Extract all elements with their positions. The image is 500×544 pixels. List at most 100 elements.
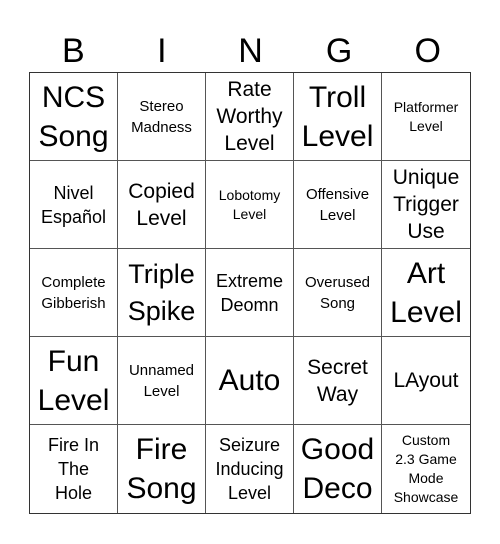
cell-text-line: Level: [227, 483, 272, 503]
cell-text-line: Fire: [135, 433, 188, 466]
cell-text-line: Level: [319, 206, 356, 224]
cell-text-line: The: [57, 459, 89, 479]
cell-text-line: Unnamed: [128, 361, 195, 379]
cell-text-line: Level: [224, 132, 275, 155]
bingo-cell-text: Complete Gibberish: [41, 272, 105, 314]
bingo-cell[interactable]: Good Deco: [294, 425, 382, 513]
cell-text-line: Deomn: [220, 294, 279, 315]
cell-text-line: Song: [126, 472, 197, 505]
bingo-cell-text: Rate Worthy Level: [216, 76, 282, 157]
cell-text-line: Art: [406, 256, 446, 290]
bingo-cell[interactable]: Platformer Level: [382, 73, 470, 161]
cell-text-line: Showcase: [393, 489, 459, 505]
bingo-cell[interactable]: Art Level: [382, 249, 470, 337]
cell-text-line: Madness: [131, 118, 192, 136]
bingo-cell-text: Fire In The Hole: [48, 433, 99, 505]
cell-text-line: Secret: [307, 355, 368, 379]
header-letter-o: O: [414, 32, 441, 70]
bingo-cell-text: Secret Way: [307, 354, 368, 408]
bingo-cell-text: Seizure Inducing Level: [215, 433, 283, 505]
bingo-cell-text: Stereo Madness: [131, 96, 192, 138]
bingo-cell[interactable]: Fun Level: [30, 337, 118, 425]
cell-text-line: Offensive: [305, 185, 370, 203]
cell-text-line: Complete: [41, 273, 106, 291]
bingo-cell-text: Custom 2.3 Game Mode Showcase: [394, 431, 459, 507]
bingo-cell-text: Copied Level: [128, 178, 195, 232]
cell-text-line: Fire In: [47, 435, 99, 455]
bingo-cell-text: Troll Level: [302, 78, 374, 156]
bingo-cell-text: Lobotomy Level: [219, 186, 280, 224]
cell-text-line: Stereo: [139, 97, 184, 115]
cell-text-line: Overused: [304, 273, 371, 291]
bingo-cell[interactable]: Rate Worthy Level: [206, 73, 294, 161]
bingo-cell[interactable]: Unique Trigger Use: [382, 161, 470, 249]
bingo-cell[interactable]: Complete Gibberish: [30, 249, 118, 337]
cell-text-line: Worthy: [216, 105, 283, 128]
bingo-cell-text: Auto: [219, 361, 281, 400]
cell-text-line: Rate: [227, 78, 272, 101]
cell-text-line: NCS: [41, 80, 106, 114]
cell-text-line: Level: [232, 205, 267, 222]
header-letter-n: N: [238, 32, 263, 70]
cell-text-line: Platformer: [393, 98, 459, 115]
bingo-cell-text: Extreme Deomn: [216, 269, 283, 317]
bingo-cell[interactable]: Overused Song: [294, 249, 382, 337]
bingo-cell[interactable]: Troll Level: [294, 73, 382, 161]
cell-text-line: Auto: [218, 364, 281, 397]
bingo-cell[interactable]: Extreme Deomn: [206, 249, 294, 337]
header-letter-g: G: [325, 32, 353, 70]
bingo-cell[interactable]: Fire In The Hole: [30, 425, 118, 513]
bingo-cell-text: Art Level: [390, 254, 462, 332]
cell-text-line: Level: [301, 119, 374, 153]
bingo-cell[interactable]: Offensive Level: [294, 161, 382, 249]
bingo-cell[interactable]: Secret Way: [294, 337, 382, 425]
bingo-cell[interactable]: Stereo Madness: [118, 73, 206, 161]
bingo-cell-text: LAyout: [394, 367, 459, 394]
bingo-cell-text: NCS Song: [38, 78, 108, 156]
cell-text-line: Español: [40, 206, 107, 227]
cell-text-line: 2.3 Game: [395, 451, 457, 467]
bingo-cell-text: Unique Trigger Use: [393, 164, 460, 245]
cell-text-line: Use: [407, 220, 445, 243]
bingo-cell[interactable]: Auto: [206, 337, 294, 425]
cell-text-line: Extreme: [215, 270, 284, 291]
cell-text-line: Seizure: [218, 435, 281, 455]
bingo-cell[interactable]: Lobotomy Level: [206, 161, 294, 249]
cell-text-line: Level: [390, 295, 462, 329]
bingo-cell[interactable]: Seizure Inducing Level: [206, 425, 294, 513]
cell-text-line: Good: [300, 433, 375, 466]
bingo-cell-text: Nivel Español: [41, 181, 106, 229]
cell-text-line: Gibberish: [41, 294, 106, 312]
header-letter-i: I: [157, 32, 167, 70]
cell-text-line: Inducing: [215, 459, 284, 479]
bingo-cell-text: Overused Song: [305, 272, 370, 314]
cell-text-line: Level: [409, 117, 443, 134]
bingo-cell-text: Platformer Level: [394, 98, 459, 136]
cell-text-line: Hole: [54, 483, 92, 503]
bingo-header: B I N G O: [29, 30, 472, 72]
bingo-cell[interactable]: LAyout: [382, 337, 470, 425]
cell-text-line: Copied: [128, 179, 195, 203]
cell-text-line: Song: [38, 119, 109, 153]
cell-text-line: Triple: [128, 258, 195, 289]
cell-text-line: Troll: [308, 80, 367, 114]
cell-text-line: Mode: [408, 470, 444, 486]
bingo-cell[interactable]: Fire Song: [118, 425, 206, 513]
bingo-grid: NCS Song Stereo Madness Rate Worthy Level Troll…: [29, 72, 471, 514]
cell-text-line: LAyout: [393, 369, 459, 392]
bingo-cell-text: Fun Level: [38, 342, 110, 420]
cell-text-line: Trigger: [393, 193, 459, 216]
cell-text-line: Way: [316, 382, 359, 406]
bingo-cell-text: Offensive Level: [306, 184, 369, 226]
cell-text-line: Nivel: [53, 182, 94, 203]
bingo-cell[interactable]: NCS Song: [30, 73, 118, 161]
bingo-cell[interactable]: Copied Level: [118, 161, 206, 249]
bingo-cell[interactable]: Nivel Español: [30, 161, 118, 249]
bingo-cell[interactable]: Custom 2.3 Game Mode Showcase: [382, 425, 470, 513]
cell-text-line: Level: [136, 206, 187, 230]
cell-text-line: Level: [37, 383, 110, 417]
bingo-cell[interactable]: Unnamed Level: [118, 337, 206, 425]
bingo-cell[interactable]: Triple Spike: [118, 249, 206, 337]
bingo-cell-text: Good Deco: [301, 430, 374, 508]
cell-text-line: Song: [319, 294, 356, 312]
